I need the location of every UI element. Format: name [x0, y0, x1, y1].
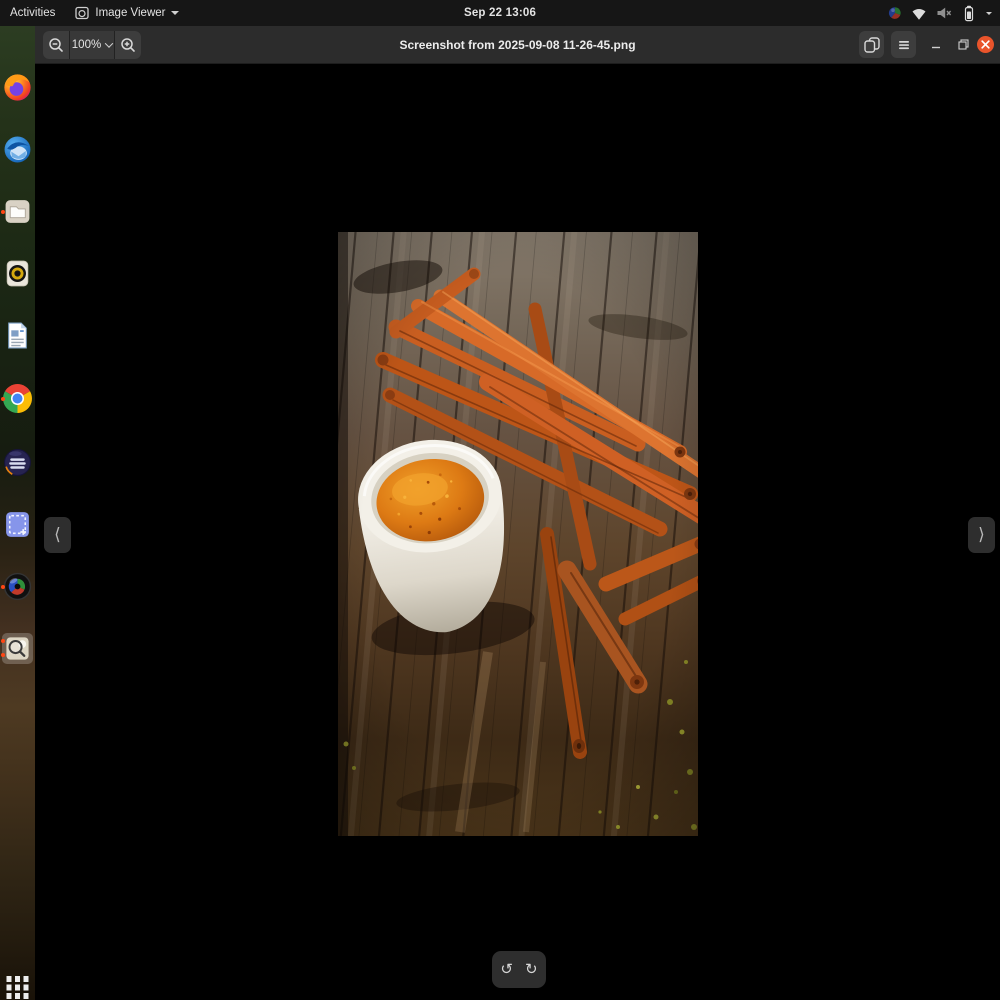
close-icon [981, 40, 990, 49]
image-viewer-icon [75, 6, 89, 20]
rotate-cw-icon: ↻ [525, 960, 538, 978]
chevron-down-icon [105, 39, 113, 47]
system-menu-caret-icon [986, 12, 992, 15]
firefox-icon [3, 73, 32, 102]
gallery-toggle-button[interactable] [859, 31, 884, 58]
chevron-right-icon: ⟩ [978, 525, 985, 545]
image-viewer-magnifier-icon [4, 635, 31, 662]
zoom-level-value: 100% [72, 39, 101, 51]
close-button[interactable] [977, 36, 994, 53]
viewer-headerbar: 100% Screenshot from 2025-09-08 11-26-45… [35, 26, 1000, 64]
dock-item-files[interactable] [2, 196, 33, 227]
dock [0, 26, 35, 1000]
running-indicator [1, 653, 5, 657]
dock-item-thunderbird[interactable] [2, 134, 33, 165]
thunderbird-icon [3, 135, 32, 164]
app-menu-label: Image Viewer [95, 7, 165, 19]
dock-item-image-viewer[interactable] [2, 633, 33, 664]
dock-item-photo-lens[interactable] [2, 571, 33, 602]
dock-item-chrome[interactable] [2, 383, 33, 414]
zoom-out-icon [48, 37, 64, 53]
running-indicator [1, 210, 5, 214]
app-menu[interactable]: Image Viewer [75, 6, 179, 20]
minimize-button[interactable] [929, 40, 943, 50]
running-indicator [1, 639, 5, 643]
clock[interactable]: Sep 22 13:06 [464, 7, 536, 19]
running-indicator [1, 585, 5, 589]
screenshot-area-icon [3, 510, 32, 539]
dock-item-eclipse[interactable] [2, 447, 33, 478]
app-indicator-orb-icon[interactable] [888, 6, 902, 20]
chrome-icon [3, 384, 32, 413]
activities-button[interactable]: Activities [10, 7, 55, 19]
window-title: Screenshot from 2025-09-08 11-26-45.png [399, 38, 635, 52]
volume-muted-icon[interactable] [936, 6, 952, 20]
hamburger-menu-icon [897, 38, 911, 52]
top-bar: Activities Image Viewer Sep 22 13:06 [0, 0, 1000, 26]
next-image-button[interactable]: ⟩ [968, 517, 995, 553]
zoom-in-icon [120, 37, 136, 53]
eclipse-icon [3, 448, 32, 477]
camera-lens-icon [3, 572, 32, 601]
zoom-controls: 100% [43, 31, 141, 59]
speaker-icon [3, 259, 32, 288]
system-status-area[interactable] [888, 0, 992, 26]
app-grid-icon [4, 973, 31, 1000]
restore-button[interactable] [956, 38, 970, 51]
rotate-right-button[interactable]: ↻ [525, 962, 538, 977]
dock-item-rhythmbox[interactable] [2, 258, 33, 289]
files-icon [3, 197, 32, 226]
rotate-toolbar: ↺ ↻ [492, 951, 546, 988]
menu-button[interactable] [891, 31, 916, 58]
app-menu-caret-icon [171, 11, 179, 15]
zoom-level-dropdown[interactable]: 100% [70, 31, 114, 59]
dock-item-screenshot-tool[interactable] [2, 509, 33, 540]
zoom-in-button[interactable] [115, 31, 141, 59]
zoom-out-button[interactable] [43, 31, 69, 59]
minimize-icon [931, 40, 941, 50]
writer-document-icon [3, 321, 32, 350]
wifi-icon[interactable] [911, 6, 927, 21]
rotate-left-button[interactable]: ↺ [500, 962, 513, 977]
rotate-ccw-icon: ↺ [500, 960, 513, 978]
running-indicator [1, 397, 5, 401]
previous-image-button[interactable]: ⟨ [44, 517, 71, 553]
chevron-left-icon: ⟨ [54, 525, 61, 545]
battery-icon[interactable] [961, 5, 977, 22]
displayed-photo [338, 232, 698, 836]
gallery-icon [863, 36, 881, 54]
dock-item-firefox[interactable] [2, 72, 33, 103]
dock-item-libreoffice-writer[interactable] [2, 320, 33, 351]
dock-item-app-grid[interactable] [2, 972, 33, 1000]
restore-icon [957, 38, 970, 51]
